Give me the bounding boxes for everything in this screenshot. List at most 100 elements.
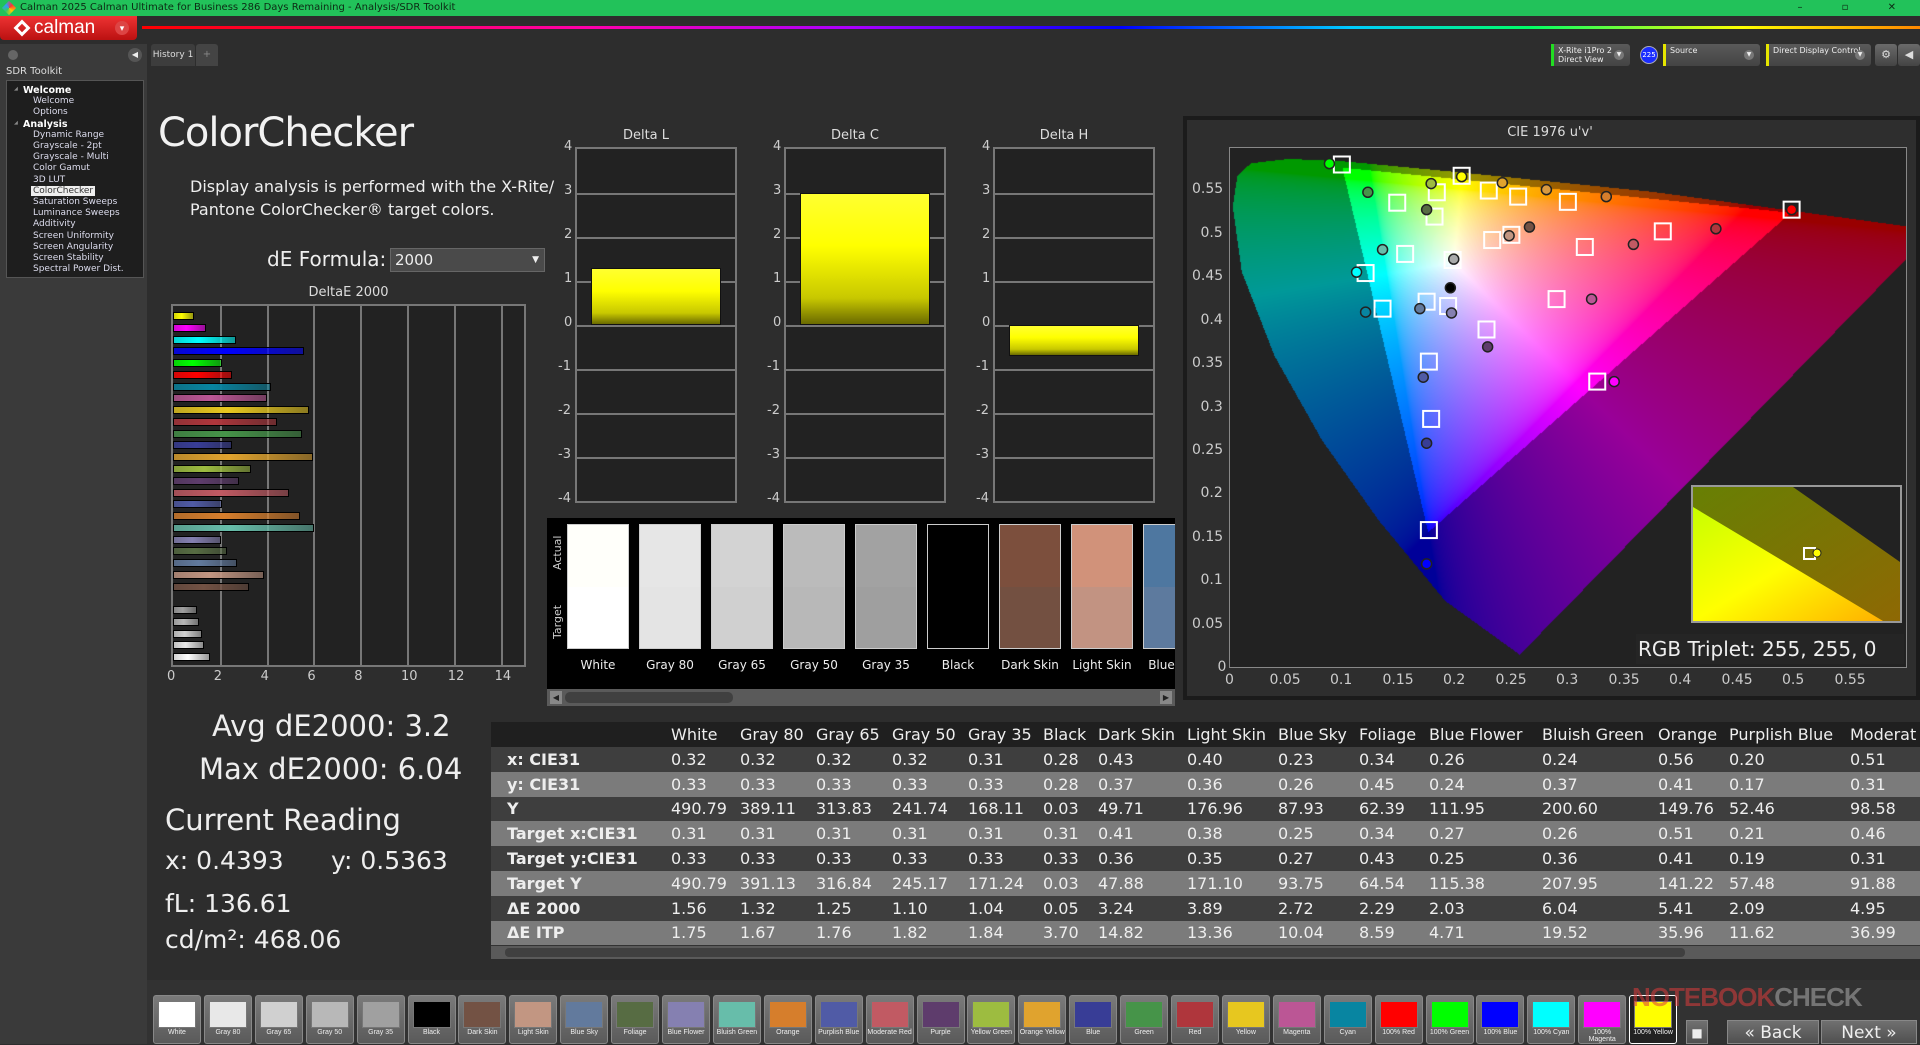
gear-icon[interactable]: ⚙ — [1875, 44, 1897, 66]
sidebar-item[interactable]: Luminance Sweeps — [33, 208, 120, 218]
patch-tile[interactable]: Blue Flower — [662, 995, 710, 1044]
sidebar-item[interactable]: Grayscale - Multi — [33, 152, 109, 162]
patch-tile[interactable]: Gray 65 — [254, 995, 303, 1044]
column-header[interactable]: Black — [1039, 722, 1094, 747]
patch-tile[interactable]: Yellow — [1221, 995, 1270, 1044]
column-header[interactable]: White — [667, 722, 736, 747]
y-tick-label: 2 — [982, 227, 991, 242]
column-header[interactable]: Gray 65 — [812, 722, 888, 747]
sidebar-item[interactable]: Spectral Power Dist. — [33, 264, 124, 274]
patch-tile[interactable]: Blue — [1069, 995, 1118, 1044]
stop-button[interactable]: ■ — [1686, 1020, 1708, 1044]
patch-tile[interactable]: Green — [1120, 995, 1169, 1044]
patch-tile[interactable]: Gray 50 — [305, 995, 354, 1044]
column-header[interactable]: Light Skin — [1183, 722, 1274, 747]
patch-tile[interactable]: Light Skin — [509, 995, 558, 1044]
column-header[interactable]: Moderat — [1846, 722, 1920, 747]
sidebar-item[interactable]: Welcome — [33, 96, 74, 106]
window-controls[interactable]: – ▫ ✕ — [1797, 0, 1914, 16]
table-cell: 0.33 — [812, 771, 888, 797]
column-header[interactable]: Foliage — [1355, 722, 1425, 747]
next-button[interactable]: Next » — [1821, 1020, 1917, 1044]
y-tick-label: -2 — [767, 403, 780, 418]
x-tick-label: 0.25 — [1495, 672, 1527, 688]
patch-tile[interactable]: Red — [1171, 995, 1219, 1044]
sidebar-item[interactable]: ColorChecker — [31, 185, 96, 196]
chevron-down-icon: ▼ — [532, 255, 539, 265]
table-cell: 6.04 — [1538, 895, 1654, 921]
patch-tile[interactable]: Yellow Green — [967, 995, 1016, 1044]
tree-group[interactable]: Analysis — [14, 119, 67, 130]
sidebar-item[interactable]: Color Gamut — [33, 163, 90, 173]
patch-tile[interactable]: 100% Blue — [1476, 995, 1525, 1044]
meter-selector[interactable]: X-Rite i1Pro 2 Direct View ▼ — [1551, 44, 1630, 66]
patch-tile[interactable]: Foliage — [611, 995, 660, 1044]
display-selector[interactable]: Direct Display Control ▼ — [1766, 44, 1871, 66]
collapse-right-icon[interactable]: ◀ — [1898, 44, 1920, 66]
column-header[interactable]: Gray 50 — [888, 722, 964, 747]
meter-badge[interactable]: 225 — [1640, 46, 1658, 64]
scroll-thumb[interactable] — [565, 692, 733, 703]
patch-tile[interactable]: Gray 35 — [356, 995, 405, 1044]
column-header[interactable]: Gray 35 — [964, 722, 1039, 747]
sidebar-item[interactable]: Screen Uniformity — [33, 231, 114, 241]
patch-tile[interactable]: Magenta — [1272, 995, 1321, 1044]
row-label: y: CIE31 — [491, 771, 667, 797]
calman-menu-button[interactable]: calman ▾ — [0, 16, 137, 40]
patch-tile[interactable]: Blue Sky — [560, 995, 609, 1044]
sidebar-item[interactable]: Additivity — [33, 219, 76, 229]
patch-tile[interactable]: Cyan — [1323, 995, 1372, 1044]
pin-icon[interactable] — [8, 50, 18, 60]
column-header[interactable]: Blue Flower — [1425, 722, 1538, 747]
table-cell: 0.31 — [964, 821, 1039, 847]
patch-tile[interactable]: Orange — [763, 995, 812, 1044]
column-header[interactable]: Gray 80 — [736, 722, 812, 747]
patch-tile[interactable]: Purplish Blue — [814, 995, 863, 1044]
scroll-right-icon[interactable]: ▶ — [1160, 691, 1172, 704]
column-header[interactable]: Purplish Blue — [1725, 722, 1846, 747]
patch-tile[interactable]: 100% Magenta — [1578, 995, 1627, 1044]
patch-tile[interactable]: Gray 80 — [203, 995, 252, 1044]
sidebar-item[interactable]: Dynamic Range — [33, 130, 104, 140]
table-cell: 52.46 — [1725, 796, 1846, 822]
column-header[interactable]: Dark Skin — [1094, 722, 1183, 747]
swatch-scrollbar[interactable]: ◀ ▶ — [547, 689, 1175, 706]
sidebar-item[interactable]: Screen Stability — [33, 253, 104, 263]
tree-group[interactable]: Welcome — [14, 85, 71, 96]
patch-tile[interactable]: Bluish Green — [712, 995, 761, 1044]
patch-tile[interactable]: 100% Cyan — [1527, 995, 1576, 1044]
patch-tile[interactable]: 100% Green — [1425, 995, 1474, 1044]
column-header[interactable]: Orange — [1654, 722, 1725, 747]
sidebar-item[interactable]: Options — [33, 107, 68, 117]
de-formula-select[interactable]: 2000 ▼ — [390, 248, 545, 272]
title-bar: Calman 2025 Calman Ultimate for Business… — [0, 0, 1920, 16]
target-swatch — [712, 586, 772, 648]
table-scrollbar[interactable] — [491, 946, 1920, 959]
source-selector[interactable]: Source ▼ — [1663, 44, 1760, 66]
table-cell: 0.36 — [1183, 771, 1274, 797]
actual-swatch — [1072, 525, 1132, 587]
patch-color — [1532, 1001, 1571, 1028]
sidebar-item[interactable]: Saturation Sweeps — [33, 197, 117, 207]
patch-tile[interactable]: Black — [407, 995, 456, 1044]
tab-history-1[interactable]: History 1 — [151, 44, 195, 66]
scroll-left-icon[interactable]: ◀ — [550, 691, 562, 704]
collapse-panel-icon[interactable]: ◀ — [128, 48, 142, 62]
patch-tile[interactable]: Moderate Red — [865, 995, 914, 1044]
add-tab-button[interactable]: + — [196, 44, 218, 66]
scroll-thumb[interactable] — [505, 948, 1685, 957]
back-button[interactable]: « Back — [1727, 1020, 1819, 1044]
sidebar-item[interactable]: Screen Angularity — [33, 242, 113, 252]
patch-tile[interactable]: Purple — [916, 995, 965, 1044]
column-header[interactable]: Blue Sky — [1274, 722, 1355, 747]
sidebar-item[interactable]: Grayscale - 2pt — [33, 141, 102, 151]
gridline — [995, 281, 1153, 283]
patch-tile[interactable]: 100% Red — [1374, 995, 1423, 1044]
patch-tile[interactable]: White — [153, 995, 201, 1044]
sidebar-item[interactable]: 3D LUT — [33, 175, 65, 185]
table-cell: 47.88 — [1094, 870, 1183, 896]
deltae-bar — [173, 629, 203, 638]
patch-tile[interactable]: Dark Skin — [458, 995, 507, 1044]
column-header[interactable]: Bluish Green — [1538, 722, 1654, 747]
patch-tile[interactable]: Orange Yellow — [1018, 995, 1067, 1044]
